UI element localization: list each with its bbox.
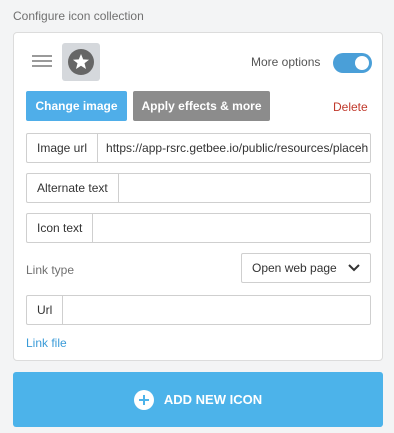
- link-type-select[interactable]: Open web page: [241, 253, 371, 283]
- icon-thumbnail: [62, 43, 100, 81]
- icon-text-field: Icon text: [26, 213, 371, 243]
- add-new-icon-label: ADD NEW ICON: [163, 392, 263, 407]
- section-title: Configure icon collection: [13, 9, 144, 23]
- link-file-link[interactable]: Link file: [26, 336, 67, 350]
- apply-effects-button[interactable]: Apply effects & more: [133, 91, 270, 121]
- url-field: Url: [26, 295, 371, 325]
- image-url-input[interactable]: https://app-rsrc.getbee.io/public/resour…: [98, 134, 370, 162]
- chevron-down-icon: [348, 264, 360, 272]
- star-icon: [68, 49, 94, 75]
- plus-circle-icon: [133, 389, 154, 410]
- drag-handle-icon[interactable]: [32, 55, 52, 69]
- toggle-knob: [355, 56, 369, 70]
- url-label: Url: [27, 296, 64, 324]
- icon-text-input[interactable]: [93, 214, 370, 242]
- more-options-label: More options: [251, 55, 321, 69]
- icon-text-label: Icon text: [27, 214, 94, 242]
- image-url-label: Image url: [27, 134, 99, 162]
- alternate-text-input[interactable]: [118, 174, 370, 202]
- change-image-button[interactable]: Change image: [26, 91, 127, 121]
- link-type-label: Link type: [26, 263, 75, 277]
- alternate-text-field: Alternate text: [26, 173, 371, 203]
- alternate-text-label: Alternate text: [27, 174, 119, 202]
- url-input[interactable]: [63, 296, 370, 324]
- icon-item-card: More options Change image Apply effects …: [13, 32, 383, 361]
- image-url-field: Image url https://app-rsrc.getbee.io/pub…: [26, 133, 371, 163]
- delete-link[interactable]: Delete: [333, 100, 368, 114]
- link-type-selected: Open web page: [252, 261, 337, 275]
- more-options-toggle[interactable]: [333, 53, 372, 73]
- add-new-icon-button[interactable]: ADD NEW ICON: [13, 372, 383, 427]
